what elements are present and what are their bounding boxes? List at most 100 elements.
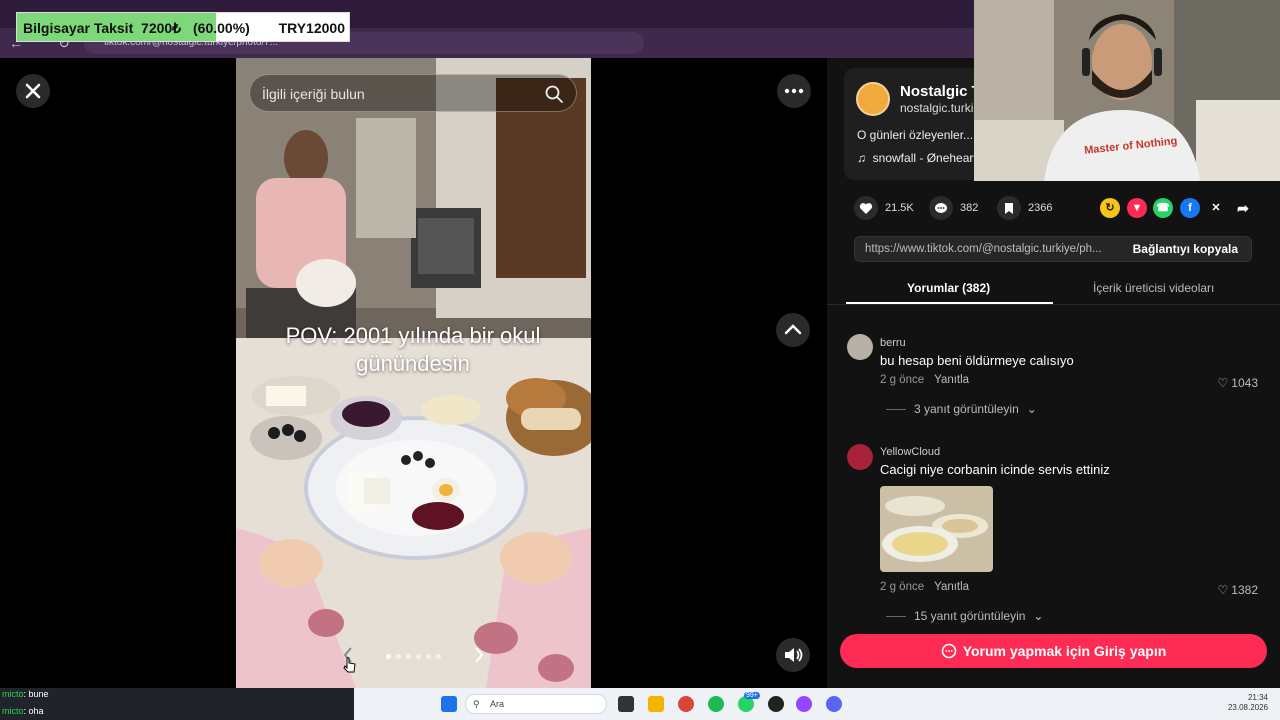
like-stat[interactable]: 21.5K <box>854 196 914 220</box>
comment-text: bu hesap beni öldürmeye calısıyo <box>880 353 1074 368</box>
music-note-icon: ♫ <box>857 151 866 165</box>
slide-dot[interactable] <box>416 654 421 659</box>
taskbar-search[interactable]: ⚲ Ara <box>465 694 607 714</box>
tab-divider <box>827 304 1280 305</box>
divider <box>886 615 906 617</box>
slide-dot[interactable] <box>436 654 441 659</box>
facebook-icon[interactable]: f <box>1180 198 1200 218</box>
next-slide-button[interactable] <box>472 644 486 672</box>
slide-dot[interactable] <box>406 654 411 659</box>
view-replies-button[interactable]: 3 yanıt görüntüleyin ⌄ <box>886 402 1037 416</box>
chat-message: micto: oha <box>2 706 44 716</box>
webcam-overlay: Master of Nothing <box>974 0 1280 181</box>
comment-meta: 2 g önce Yanıtla <box>880 374 969 386</box>
login-label: Yorum yapmak için Giriş yapın <box>962 643 1167 659</box>
comment-time: 2 g önce <box>880 374 925 386</box>
repost-icon[interactable]: ↻ <box>1100 198 1120 218</box>
taskbar-search-label: Ara <box>490 699 505 709</box>
login-to-comment-button[interactable]: Yorum yapmak için Giriş yapın <box>840 634 1267 668</box>
chevron-down-icon: ⌄ <box>1033 609 1044 623</box>
search-icon[interactable] <box>544 84 564 104</box>
slide-dot[interactable] <box>386 654 391 659</box>
photo-caption: POV: 2001 yılında bir okul günündesin <box>285 323 541 376</box>
goal-target: TRY12000 <box>278 20 345 36</box>
chevron-right-icon <box>475 647 484 663</box>
comment-stat[interactable]: 382 <box>929 196 978 220</box>
post-link[interactable]: https://www.tiktok.com/@nostalgic.turkiy… <box>865 243 1121 255</box>
chat-message: micto: bune <box>2 689 49 699</box>
author-handle[interactable]: nostalgic.turki <box>900 101 973 115</box>
author-name[interactable]: Nostalgic T <box>900 83 981 100</box>
comment-icon[interactable] <box>929 196 953 220</box>
previous-post-button[interactable] <box>776 313 810 347</box>
comment-image[interactable] <box>880 486 993 572</box>
windows-start-icon[interactable] <box>441 696 457 712</box>
author-avatar[interactable] <box>856 82 890 116</box>
twitch-icon[interactable] <box>796 696 812 712</box>
heart-outline-icon[interactable]: ♡ <box>1218 376 1229 390</box>
reply-button[interactable]: Yanıtla <box>934 581 969 593</box>
copy-link-button[interactable]: Bağlantıyı kopyala <box>1133 242 1238 256</box>
related-content-search[interactable] <box>249 74 577 112</box>
comment-time: 2 g önce <box>880 581 925 593</box>
cursor-icon <box>343 657 356 673</box>
heart-outline-icon[interactable]: ♡ <box>1218 583 1229 597</box>
divider <box>886 408 906 410</box>
view-replies-label: 15 yanıt görüntüleyin <box>914 609 1026 623</box>
comment-avatar[interactable] <box>847 334 873 360</box>
comment-username[interactable]: berru <box>880 337 906 349</box>
save-count: 2366 <box>1028 202 1053 214</box>
comment-like[interactable]: ♡ 1043 <box>1218 376 1258 390</box>
slide-dot[interactable] <box>426 654 431 659</box>
like-count: 21.5K <box>885 202 914 214</box>
tab-comments[interactable]: Yorumlar (382) <box>907 281 990 295</box>
heart-icon[interactable] <box>854 196 878 220</box>
clock-time: 21:34 <box>1247 693 1268 702</box>
search-input[interactable] <box>262 83 532 105</box>
search-icon: ⚲ <box>473 699 480 709</box>
app-icon[interactable] <box>768 696 784 712</box>
view-replies-button[interactable]: 15 yanıt görüntüleyin ⌄ <box>886 609 1043 623</box>
post-description: O günleri özleyenler... <box>857 128 974 142</box>
slide-indicator <box>386 654 441 659</box>
volume-icon <box>785 648 803 662</box>
bookmark-icon[interactable] <box>997 196 1021 220</box>
comment-text: Cacigi niye corbanin icinde servis ettin… <box>880 462 1110 477</box>
view-replies-label: 3 yanıt görüntüleyin <box>914 402 1019 416</box>
comment-like-count: 1043 <box>1231 376 1258 390</box>
goal-label: Bilgisayar Taksit 7200₺ <box>23 20 182 36</box>
stream-chat: micto: bune micto: oha <box>0 688 354 720</box>
comment-username[interactable]: YellowCloud <box>880 446 940 458</box>
comment-count: 382 <box>960 202 979 214</box>
discord-icon[interactable] <box>826 696 842 712</box>
chrome-icon[interactable] <box>678 696 694 712</box>
chevron-up-icon <box>784 324 802 335</box>
more-options-button[interactable] <box>777 74 811 108</box>
music-row[interactable]: ♫ snowfall - Øneheart <box>857 151 977 165</box>
music-title: snowfall - Øneheart <box>872 151 977 165</box>
volume-button[interactable] <box>776 638 810 672</box>
spotify-icon[interactable] <box>708 696 724 712</box>
active-tab-indicator <box>846 302 1053 304</box>
reply-button[interactable]: Yanıtla <box>934 374 969 386</box>
comment-like[interactable]: ♡ 1382 <box>1218 583 1258 597</box>
comment-avatar[interactable] <box>847 444 873 470</box>
close-button[interactable] <box>16 74 50 108</box>
send-icon[interactable]: ▼ <box>1127 198 1147 218</box>
share-arrow-icon[interactable]: ➦ <box>1233 198 1253 218</box>
x-icon[interactable]: ✕ <box>1206 198 1226 218</box>
task-view-icon[interactable] <box>618 696 634 712</box>
save-stat[interactable]: 2366 <box>997 196 1052 220</box>
whatsapp-icon[interactable]: ☎ <box>1153 198 1173 218</box>
slide-dot[interactable] <box>396 654 401 659</box>
notification-badge: 99+ <box>744 692 760 699</box>
tab-creator-videos[interactable]: İçerik üreticisi videoları <box>1093 281 1214 295</box>
comment-bubble-icon <box>941 643 957 659</box>
system-clock[interactable]: 21:34 23.08.2026 <box>1228 693 1268 713</box>
more-icon <box>784 88 804 94</box>
post-link-row: https://www.tiktok.com/@nostalgic.turkiy… <box>854 236 1252 262</box>
file-explorer-icon[interactable] <box>648 696 664 712</box>
clock-date: 23.08.2026 <box>1227 703 1268 712</box>
goal-percent: (60.00%) <box>193 20 250 36</box>
comment-like-count: 1382 <box>1231 583 1258 597</box>
